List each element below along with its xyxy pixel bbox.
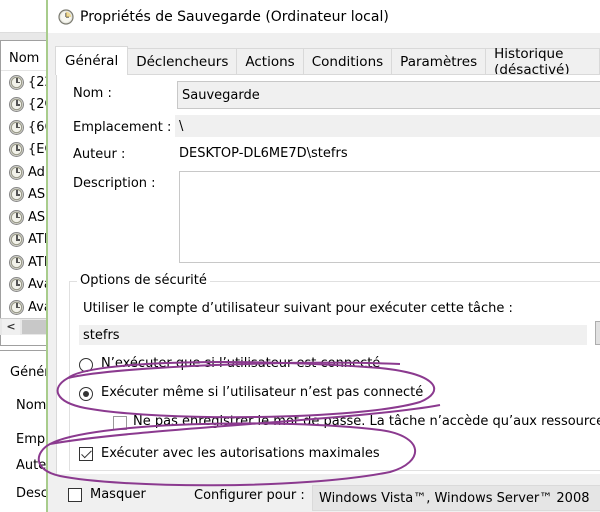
task-list-row[interactable]: ATI <box>1 229 46 252</box>
author-value: DESKTOP-DL6ME7D\stefrs <box>179 145 348 161</box>
task-name: AS <box>28 209 46 225</box>
task-clock-icon <box>9 187 24 203</box>
task-clock-icon <box>9 164 24 180</box>
details-label-author: Aute <box>16 458 47 473</box>
task-properties-dialog: Propriétés de Sauvegarde (Ordinateur loc… <box>48 0 600 512</box>
location-label: Emplacement : <box>73 120 172 135</box>
tab-general[interactable]: Général <box>55 46 129 75</box>
details-tab-general[interactable]: Génér <box>10 365 48 380</box>
task-list-row[interactable]: {EC <box>1 139 46 162</box>
dialog-titlebar[interactable]: Propriétés de Sauvegarde (Ordinateur loc… <box>48 0 600 33</box>
run-whether-logged-on-label[interactable]: Exécuter même si l’utilisateur n’est pas… <box>101 385 423 400</box>
dialog-title: Propriétés de Sauvegarde (Ordinateur loc… <box>80 8 389 25</box>
highest-privileges-label[interactable]: Exécuter avec les autorisations maximale… <box>101 446 380 461</box>
tab-history[interactable]: Historique (désactivé) <box>485 46 600 78</box>
clock-icon <box>58 8 74 25</box>
task-name: Ava <box>28 299 46 315</box>
task-clock-icon <box>9 254 24 270</box>
task-name: AS <box>28 187 46 203</box>
task-list-row[interactable]: ATI <box>1 251 46 274</box>
run-only-logged-on-radio[interactable] <box>79 358 93 372</box>
general-tab-panel: Nom : Sauvegarde Emplacement : \ Auteur … <box>56 74 600 474</box>
task-clock-icon <box>9 299 24 315</box>
account-field: stefrs <box>79 325 587 345</box>
task-list-row[interactable]: {66 <box>1 116 46 139</box>
task-list-row[interactable]: AS <box>1 206 46 229</box>
tab-conditions[interactable]: Conditions <box>302 48 393 74</box>
task-list-row[interactable]: AS <box>1 184 46 207</box>
task-details-pane: Génér Nom Emp Aute Desc <box>0 350 48 512</box>
task-name: Ad <box>28 164 45 180</box>
task-name: {22 <box>28 74 46 90</box>
tab-strip: Général Déclencheurs Actions Conditions … <box>55 46 600 78</box>
scroll-left-icon[interactable]: < <box>2 319 20 335</box>
background-window: Nom {22 {2C {66 {EC Ad AS AS ATI ATI Ava… <box>0 0 48 512</box>
task-name: {EC <box>28 142 46 158</box>
task-clock-icon <box>9 277 24 293</box>
task-list-row[interactable]: Ad <box>1 161 46 184</box>
background-strip <box>0 33 48 40</box>
task-list-row[interactable]: {22 <box>1 71 46 94</box>
task-list: Nom {22 {2C {66 {EC Ad AS AS ATI ATI Ava… <box>0 40 46 346</box>
account-prompt: Utiliser le compte d’utilisateur suivant… <box>83 301 513 316</box>
scroll-thumb[interactable] <box>22 320 46 334</box>
task-name: {66 <box>28 119 46 135</box>
description-field[interactable] <box>179 171 600 263</box>
details-label-location: Emp <box>16 432 46 447</box>
details-label-name: Nom <box>16 398 47 413</box>
description-label: Description : <box>73 176 156 191</box>
task-list-header-name[interactable]: Nom <box>1 41 46 71</box>
details-label-description: Desc <box>16 486 48 501</box>
run-whether-logged-on-radio[interactable] <box>79 387 93 401</box>
configure-for-select[interactable]: Windows Vista™, Windows Server™ 2008 <box>312 485 600 511</box>
tab-settings[interactable]: Paramètres <box>391 48 487 74</box>
horizontal-scrollbar[interactable]: < <box>0 318 46 335</box>
name-label: Nom : <box>73 86 112 101</box>
location-value: \ <box>175 115 600 137</box>
task-clock-icon <box>9 74 24 90</box>
run-only-logged-on-label[interactable]: N’exécuter que si l’utilisateur est conn… <box>101 356 380 371</box>
do-not-store-password-checkbox[interactable] <box>113 416 127 430</box>
security-options-legend: Options de sécurité <box>77 273 210 288</box>
task-name: {2C <box>28 97 46 113</box>
hidden-checkbox[interactable] <box>68 488 82 502</box>
tab-triggers[interactable]: Déclencheurs <box>127 48 238 74</box>
task-list-row[interactable]: {2C <box>1 94 46 117</box>
task-clock-icon <box>9 142 24 158</box>
do-not-store-password-label[interactable]: Ne pas enregistrer le mot de passe. La t… <box>133 414 600 429</box>
highest-privileges-checkbox[interactable] <box>79 447 93 461</box>
task-name: ATI <box>28 232 46 248</box>
task-name: Ava <box>28 277 46 293</box>
task-clock-icon <box>9 119 24 135</box>
task-clock-icon <box>9 232 24 248</box>
change-user-button[interactable] <box>595 321 600 345</box>
hidden-label[interactable]: Masquer <box>90 487 146 502</box>
task-clock-icon <box>9 209 24 225</box>
tab-actions[interactable]: Actions <box>236 48 304 74</box>
author-label: Auteur : <box>73 147 126 162</box>
name-field[interactable]: Sauvegarde <box>177 81 600 109</box>
background-toolbar <box>0 0 48 33</box>
task-list-row[interactable]: Ava <box>1 274 46 297</box>
configure-for-label: Configurer pour : <box>194 488 305 503</box>
task-list-row[interactable]: Ava <box>1 296 46 319</box>
task-clock-icon <box>9 97 24 113</box>
task-name: ATI <box>28 254 46 270</box>
